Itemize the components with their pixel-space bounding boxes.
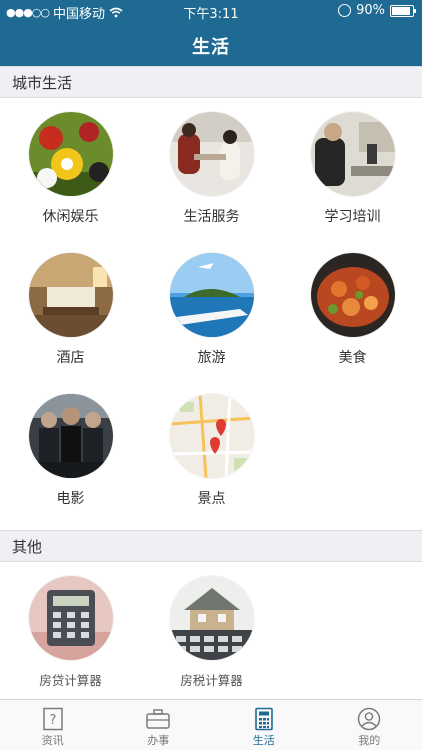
grid-item-label: 景点 — [197, 491, 226, 507]
tab-label: 我的 — [358, 734, 381, 747]
battery-percent: 90% — [356, 3, 385, 18]
training-image — [310, 112, 395, 196]
grid-item-label: 休闲娱乐 — [42, 209, 99, 225]
grid-item-training[interactable]: 学习培训 — [282, 112, 422, 226]
map-image — [169, 394, 254, 478]
grid-item-label: 旅游 — [197, 350, 226, 366]
question-doc-icon: ? — [43, 707, 63, 731]
service-image — [169, 112, 254, 196]
tab-label: 办事 — [147, 734, 170, 747]
hotel-image — [28, 253, 113, 337]
grid-item-label: 生活服务 — [183, 209, 240, 225]
battery-icon — [390, 4, 416, 17]
tab-label: 资讯 — [41, 734, 64, 747]
grid-item-label: 学习培训 — [324, 209, 381, 225]
tab-bar: ? 资讯 办事 生活 我的 — [0, 699, 422, 750]
tab-label: 生活 — [252, 734, 275, 747]
status-bar: ●●●○○ 中国移动 下午3:11 90% — [0, 0, 422, 22]
grid-item-label: 美食 — [338, 350, 367, 366]
grid-item-scenic-spot[interactable]: 景点 — [141, 394, 282, 508]
house-tax-image — [169, 576, 254, 660]
movie-image — [28, 394, 113, 478]
grid-item-house-tax-calculator[interactable]: 房税计算器 — [141, 576, 282, 689]
grid-item-label: 房税计算器 — [180, 673, 243, 688]
grid-item-travel[interactable]: 旅游 — [141, 253, 282, 367]
billiards-image — [28, 112, 113, 196]
calculator-image — [28, 576, 113, 660]
rotation-lock-icon — [338, 4, 352, 17]
grid-item-food[interactable]: 美食 — [282, 253, 422, 367]
tab-life[interactable]: 生活 — [211, 700, 317, 750]
grid-item-life-service[interactable]: 生活服务 — [141, 112, 282, 226]
grid-item-movie[interactable]: 电影 — [0, 394, 141, 508]
section-header-city-life: 城市生活 — [0, 66, 422, 98]
grid-item-label: 电影 — [56, 491, 85, 507]
grid-item-hotel[interactable]: 酒店 — [0, 253, 141, 367]
food-image — [310, 253, 395, 337]
travel-image — [169, 253, 254, 337]
nav-header: ●●●○○ 中国移动 下午3:11 90% 生活 — [0, 0, 422, 66]
grid-item-mortgage-calculator[interactable]: 房贷计算器 — [0, 576, 141, 689]
tab-mine[interactable]: 我的 — [317, 700, 422, 750]
calculator-icon — [254, 707, 273, 731]
grid-item-leisure[interactable]: 休闲娱乐 — [0, 112, 141, 226]
page-title: 生活 — [192, 37, 230, 58]
svg-text:?: ? — [49, 713, 56, 728]
briefcase-icon — [146, 709, 170, 729]
grid-item-label: 房贷计算器 — [39, 673, 102, 688]
tab-news[interactable]: ? 资讯 — [0, 700, 106, 750]
grid-item-label: 酒店 — [56, 350, 85, 366]
user-icon — [358, 707, 381, 731]
tab-affairs[interactable]: 办事 — [106, 700, 212, 750]
section-header-other: 其他 — [0, 530, 422, 562]
